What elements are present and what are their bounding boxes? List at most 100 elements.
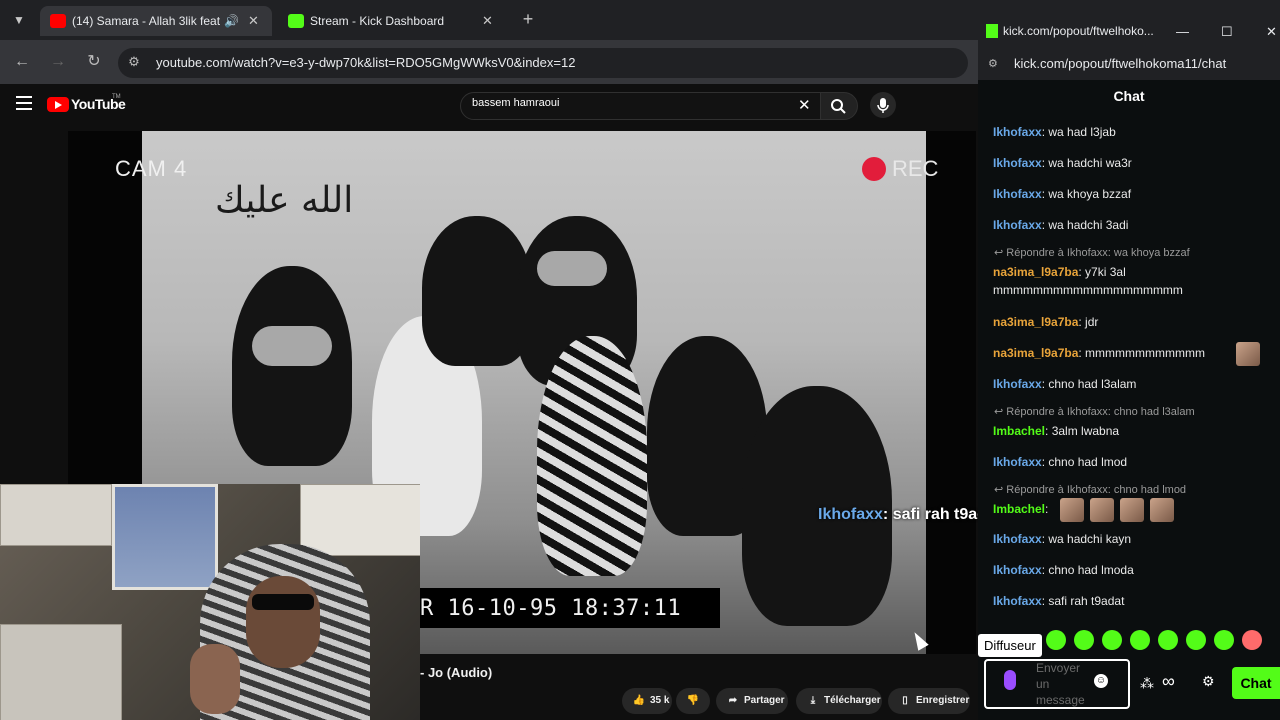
- youtube-logo-icon[interactable]: [47, 97, 69, 112]
- chat-emote-icon: [1120, 498, 1144, 522]
- emote-icon[interactable]: [1130, 630, 1150, 650]
- send-chat-button[interactable]: Chat: [1232, 667, 1280, 699]
- emote-icon[interactable]: [1214, 630, 1234, 650]
- like-button[interactable]: 👍 35 k: [622, 688, 672, 714]
- chat-username[interactable]: Imbachel: [993, 502, 1045, 516]
- masked-figure: [422, 216, 532, 366]
- chat-message[interactable]: Ikhofaxx: wa khoya bzzaf: [993, 185, 1263, 203]
- chat-username[interactable]: Imbachel: [993, 424, 1045, 438]
- chat-username[interactable]: Ikhofaxx: [993, 156, 1042, 170]
- chat-message[interactable]: Ikhofaxx: chno had lmoda: [993, 561, 1263, 579]
- site-settings-icon[interactable]: ⚙: [988, 57, 998, 70]
- tab-youtube[interactable]: (14) Samara - Allah 3lik feat 🔊 ✕: [40, 6, 272, 36]
- close-window-icon[interactable]: ✕: [1266, 24, 1277, 40]
- microphone-icon: [877, 98, 889, 113]
- download-icon: ⤓: [810, 695, 816, 706]
- clear-search-icon[interactable]: ✕: [798, 96, 811, 114]
- tab-search-chevron-icon[interactable]: ▼: [8, 10, 30, 30]
- chat-tools-icon[interactable]: ⁂: [1140, 675, 1154, 692]
- chat-username[interactable]: Ikhofaxx: [993, 532, 1042, 546]
- emote-icon[interactable]: [1074, 630, 1094, 650]
- kitchen-cabinet: [0, 484, 112, 546]
- masked-figure: [232, 266, 352, 466]
- close-tab-icon[interactable]: ✕: [248, 6, 262, 36]
- chat-emote-icon: [1150, 498, 1174, 522]
- infinity-icon[interactable]: ∞: [1162, 671, 1175, 692]
- chat-emote-icon: [1060, 498, 1084, 522]
- chat-username[interactable]: Ikhofaxx: [993, 218, 1042, 232]
- streamer-hand: [190, 644, 240, 714]
- forward-arrow-icon[interactable]: →: [48, 52, 68, 72]
- chat-message[interactable]: Ikhofaxx: wa hadchi kayn: [993, 530, 1263, 548]
- kick-url[interactable]: kick.com/popout/ftwelhokoma11/chat: [1014, 56, 1226, 71]
- chat-username[interactable]: na3ima_l9a7ba: [993, 346, 1078, 360]
- rec-label: REC: [892, 156, 939, 181]
- reply-indicator: ↩ Répondre à Ikhofaxx: chno had l3alam: [994, 406, 1195, 418]
- chat-header: Chat: [1113, 88, 1145, 104]
- diffuseur-tooltip: Diffuseur: [978, 634, 1042, 657]
- chat-message[interactable]: Ikhofaxx: chno had l3alam: [993, 375, 1263, 393]
- url-text[interactable]: youtube.com/watch?v=e3-y-dwp70k&list=RDO…: [156, 55, 575, 70]
- emote-picker-row[interactable]: [1046, 630, 1276, 652]
- emote-icon[interactable]: [1158, 630, 1178, 650]
- back-arrow-icon[interactable]: ←: [12, 52, 32, 72]
- reload-icon[interactable]: ↻: [84, 52, 104, 72]
- emoji-picker-icon[interactable]: ☺: [1094, 674, 1108, 688]
- chat-username[interactable]: Ikhofaxx: [993, 455, 1042, 469]
- site-settings-icon[interactable]: ⚙: [126, 54, 142, 70]
- chat-message[interactable]: Ikhofaxx: wa had l3jab: [993, 123, 1263, 141]
- chat-text: : wa hadchi wa3r: [1041, 156, 1132, 170]
- voice-search-button[interactable]: [870, 92, 896, 118]
- close-tab-icon[interactable]: ✕: [482, 6, 496, 36]
- microphone-icon[interactable]: [1004, 670, 1016, 690]
- share-button[interactable]: ➦ Partager: [716, 688, 788, 714]
- reply-indicator: ↩ Répondre à Ikhofaxx: wa khoya bzzaf: [994, 247, 1190, 259]
- chat-username[interactable]: Ikhofaxx: [993, 377, 1042, 391]
- emote-icon[interactable]: [1046, 630, 1066, 650]
- download-button[interactable]: ⤓ Télécharger: [796, 688, 882, 714]
- chat-text: :: [1045, 502, 1049, 516]
- chat-text: : wa khoya bzzaf: [1041, 187, 1132, 201]
- kick-window-title: kick.com/popout/ftwelhoko...: [1003, 24, 1154, 38]
- chat-message[interactable]: Ikhofaxx: safi rah t9adat: [993, 592, 1263, 610]
- minimize-icon[interactable]: —: [1176, 24, 1189, 39]
- search-button[interactable]: [820, 92, 858, 120]
- chat-settings-gear-icon[interactable]: ⚙: [1202, 673, 1215, 690]
- chat-username[interactable]: Ikhofaxx: [993, 563, 1042, 577]
- emote-icon[interactable]: [1102, 630, 1122, 650]
- kick-titlebar: [978, 0, 1280, 46]
- like-count: 35 k: [650, 695, 670, 706]
- new-tab-plus-icon[interactable]: +: [518, 9, 538, 29]
- chat-message[interactable]: na3ima_l9a7ba: jdr: [993, 313, 1263, 331]
- chat-message[interactable]: na3ima_l9a7ba: y7ki 3al mmmmmmmmmmmmmmmm…: [993, 263, 1263, 299]
- chat-message[interactable]: Ikhofaxx: chno had lmod: [993, 453, 1263, 471]
- hamburger-menu-icon[interactable]: [16, 96, 32, 110]
- chat-input-placeholder[interactable]: Envoyer un message: [1036, 660, 1096, 708]
- emote-icon[interactable]: [1186, 630, 1206, 650]
- chat-username[interactable]: na3ima_l9a7ba: [993, 265, 1078, 279]
- cam-label: CAM 4: [115, 156, 188, 181]
- search-icon: [831, 99, 846, 114]
- share-arrow-icon: ➦: [728, 695, 738, 706]
- chat-text: : wa had l3jab: [1041, 125, 1116, 139]
- chat-username[interactable]: na3ima_l9a7ba: [993, 315, 1078, 329]
- dislike-button[interactable]: 👎: [676, 688, 710, 714]
- chat-message[interactable]: Ikhofaxx: wa hadchi 3adi: [993, 216, 1263, 234]
- streamer-glasses: [252, 594, 314, 610]
- emote-icon[interactable]: [1242, 630, 1262, 650]
- figure-face: [252, 326, 332, 366]
- chat-username[interactable]: Ikhofaxx: [993, 594, 1042, 608]
- chat-message[interactable]: na3ima_l9a7ba: mmmmmmmmmmmm: [993, 344, 1263, 362]
- chat-emote-icon: [1236, 342, 1260, 366]
- search-input[interactable]: bassem hamraoui: [472, 97, 559, 109]
- save-button[interactable]: ▯ Enregistrer: [888, 688, 970, 714]
- maximize-icon[interactable]: ☐: [1221, 24, 1233, 40]
- chat-username[interactable]: Ikhofaxx: [993, 187, 1042, 201]
- chat-username[interactable]: Ikhofaxx: [993, 125, 1042, 139]
- tab-title: (14) Samara - Allah 3lik feat: [72, 14, 221, 28]
- tab-kick-dashboard[interactable]: Stream - Kick Dashboard ✕: [278, 6, 506, 36]
- speaker-icon[interactable]: 🔊: [224, 6, 239, 36]
- chat-message[interactable]: Imbachel: 3alm lwabna: [993, 422, 1263, 440]
- chat-message[interactable]: Ikhofaxx: wa hadchi wa3r: [993, 154, 1263, 172]
- tab-title: Stream - Kick Dashboard: [310, 14, 445, 28]
